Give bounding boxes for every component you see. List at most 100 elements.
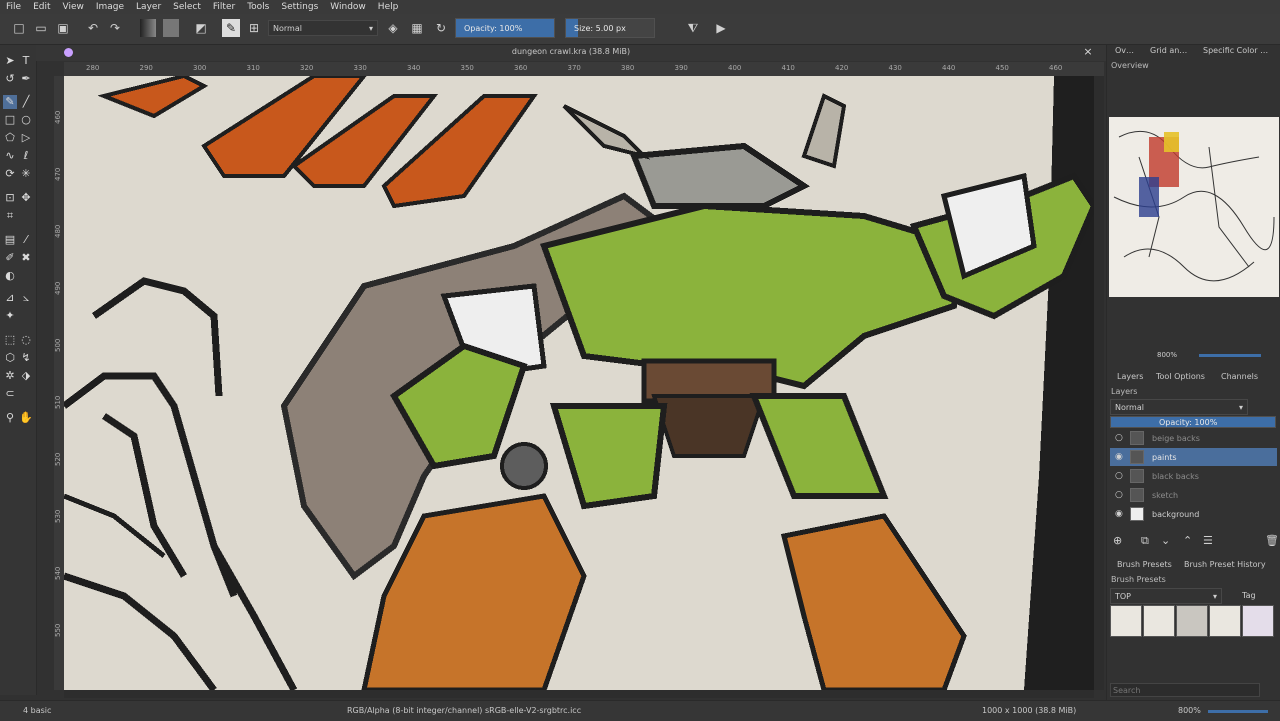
polygon-tool-icon[interactable]: ⬠ [3,131,17,145]
freehand-brush-icon[interactable]: ✎ [3,95,17,109]
tab-specific-color[interactable]: Specific Color … [1203,46,1268,55]
brush-preset-3[interactable] [1176,605,1208,637]
layer-blend-select[interactable]: Normal ▾ [1110,399,1248,415]
overview-zoom-slider[interactable] [1199,354,1261,357]
layer-row-black-backs[interactable]: ○ black backs [1110,467,1277,485]
polyline-tool-icon[interactable]: ▷ [19,131,33,145]
edit-shapes-icon[interactable]: ↺ [3,72,17,86]
size-slider[interactable]: Size: 5.00 px [565,18,655,38]
color-picker-icon[interactable]: ⁄ [19,233,33,247]
move-tool-icon[interactable]: ✥ [19,191,33,205]
menu-edit[interactable]: Edit [27,2,56,12]
tab-tool-options[interactable]: Tool Options [1156,372,1205,381]
gradient-swatch[interactable] [140,19,156,37]
preset-search-input[interactable] [1110,683,1260,697]
menu-settings[interactable]: Settings [275,2,324,12]
dynamic-brush-icon[interactable]: ⟳ [3,167,17,181]
move-layer-up-icon[interactable]: ⌃ [1183,534,1192,547]
menu-tools[interactable]: Tools [241,2,275,12]
tab-brush-preset-history[interactable]: Brush Preset History [1184,560,1266,569]
close-document-icon[interactable]: × [1082,46,1094,58]
visibility-on-icon[interactable]: ◉ [1115,452,1123,462]
layer-row-beige-backs[interactable]: ○ beige backs [1110,429,1277,447]
freehand-path-icon[interactable]: ℓ [19,149,33,163]
workspace-icon[interactable]: ⊞ [245,19,263,37]
layer-row-background[interactable]: ◉ background [1110,505,1277,523]
similar-select-icon[interactable]: ⬗ [19,369,33,383]
blend-mode-select[interactable]: Normal ▾ [268,20,378,36]
calligraphy-icon[interactable]: ✒ [19,72,33,86]
preserve-alpha-icon[interactable]: ▦ [408,19,426,37]
visibility-off-icon[interactable]: ○ [1115,433,1123,443]
tab-grid[interactable]: Grid an… [1150,46,1187,55]
transform-tool-icon[interactable]: ⊡ [3,191,17,205]
fill-tool-icon[interactable]: ◐ [3,269,17,283]
visibility-off-icon[interactable]: ○ [1115,471,1123,481]
reload-preset-icon[interactable]: ↻ [432,19,450,37]
brush-preset-2[interactable] [1143,605,1175,637]
layer-properties-icon[interactable]: ☰ [1203,534,1213,547]
pattern-swatch[interactable] [163,19,179,37]
overview-thumbnail[interactable] [1109,117,1279,297]
colorize-mask-icon[interactable]: ✖ [19,251,33,265]
tag-filter-select[interactable]: TOP ▾ [1110,588,1222,604]
status-zoom-slider[interactable] [1208,710,1268,713]
opacity-slider[interactable]: Opacity: 100% [455,18,555,38]
gradient-tool-icon[interactable]: ▤ [3,233,17,247]
brush-preset-icon[interactable]: ✎ [222,19,240,37]
menu-select[interactable]: Select [167,2,207,12]
rectangle-tool-icon[interactable]: □ [3,113,17,127]
vertical-scrollbar[interactable] [1094,76,1104,690]
mirror-horizontal-icon[interactable]: ⧨ [684,19,702,37]
rect-select-icon[interactable]: ⬚ [3,333,17,347]
text-tool-icon[interactable]: T [19,54,33,68]
freehand-select-icon[interactable]: ↯ [19,351,33,365]
layer-row-paints[interactable]: ◉ paints [1110,448,1277,466]
drawing-canvas[interactable] [64,76,1094,690]
menu-view[interactable]: View [57,2,90,12]
pan-tool-icon[interactable]: ✋ [19,411,33,425]
measure-tool-icon[interactable]: ⦣ [19,291,33,305]
visibility-on-icon[interactable]: ◉ [1115,509,1123,519]
menu-window[interactable]: Window [324,2,372,12]
undo-icon[interactable]: ↶ [84,19,102,37]
bezier-tool-icon[interactable]: ∿ [3,149,17,163]
menu-image[interactable]: Image [90,2,130,12]
multibrush-icon[interactable]: ✳ [19,167,33,181]
menu-help[interactable]: Help [372,2,405,12]
polygon-select-icon[interactable]: ⬡ [3,351,17,365]
visibility-off-icon[interactable]: ○ [1115,490,1123,500]
tab-channels[interactable]: Channels [1221,372,1258,381]
redo-icon[interactable]: ↷ [106,19,124,37]
layer-opacity-slider[interactable]: Opacity: 100% [1110,416,1276,428]
tab-brush-presets[interactable]: Brush Presets [1117,560,1172,569]
color-swap-icon[interactable]: ◩ [192,19,210,37]
brush-preset-1[interactable] [1110,605,1142,637]
open-document-icon[interactable]: ▭ [32,19,50,37]
delete-layer-icon[interactable]: 🗑 [1265,534,1279,547]
menu-file[interactable]: File [0,2,27,12]
select-shapes-icon[interactable]: ➤ [3,54,17,68]
menu-filter[interactable]: Filter [207,2,241,12]
brush-preset-4[interactable] [1209,605,1241,637]
duplicate-layer-icon[interactable]: ⧉ [1141,534,1149,548]
tab-layers[interactable]: Layers [1117,372,1143,381]
eraser-icon[interactable]: ◈ [384,19,402,37]
move-layer-down-icon[interactable]: ⌄ [1161,534,1170,547]
magnetic-select-icon[interactable]: ⊂ [3,387,17,401]
smart-patch-icon[interactable]: ✐ [3,251,17,265]
crop-tool-icon[interactable]: ⌗ [3,209,17,223]
reference-tool-icon[interactable]: ✦ [3,309,17,323]
brush-preset-5[interactable] [1242,605,1274,637]
tab-overview[interactable]: Ov… [1115,46,1134,55]
ellipse-tool-icon[interactable]: ○ [19,113,33,127]
ellipse-select-icon[interactable]: ◌ [19,333,33,347]
layer-row-sketch[interactable]: ○ sketch [1110,486,1277,504]
line-tool-icon[interactable]: ╱ [19,95,33,109]
mirror-vertical-icon[interactable]: ▶ [712,19,730,37]
add-layer-icon[interactable]: ⊕ [1113,534,1122,547]
new-document-icon[interactable]: □ [10,19,28,37]
menu-layer[interactable]: Layer [130,2,167,12]
zoom-tool-icon[interactable]: ⚲ [3,411,17,425]
save-icon[interactable]: ▣ [54,19,72,37]
